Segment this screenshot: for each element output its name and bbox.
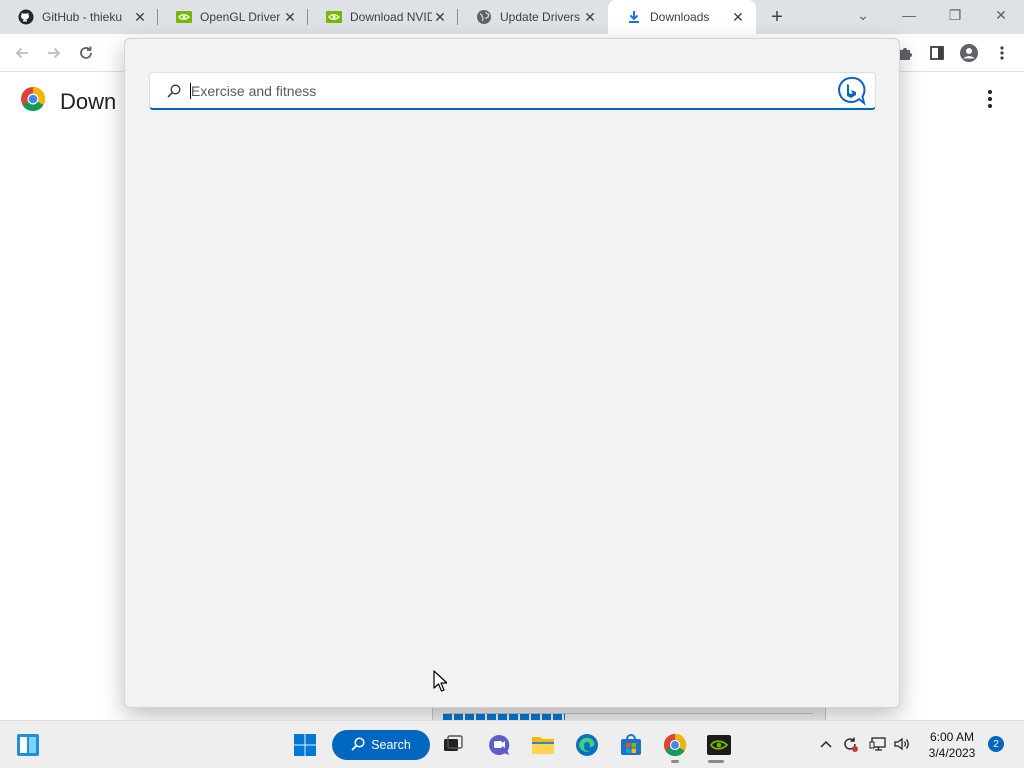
search-input[interactable]: [191, 75, 835, 106]
download-icon: [626, 9, 642, 25]
widgets-icon[interactable]: [12, 729, 44, 761]
tab-close-icon[interactable]: ✕: [282, 9, 298, 25]
tab-search-icon[interactable]: ⌄: [840, 0, 886, 30]
tab-downloads[interactable]: Downloads ✕: [608, 0, 756, 34]
nvidia-running-indicator: [708, 760, 724, 763]
minimize-button[interactable]: —: [886, 0, 932, 30]
microsoft-store-icon[interactable]: [615, 729, 647, 761]
side-panel-icon[interactable]: [925, 41, 949, 65]
page-menu-icon[interactable]: [982, 88, 998, 110]
reload-icon[interactable]: [74, 41, 98, 65]
tab-close-icon[interactable]: ✕: [582, 9, 598, 25]
page-header: Down: [20, 86, 116, 117]
globe-icon: [476, 9, 492, 25]
sync-update-icon[interactable]: [841, 735, 859, 753]
bing-chat-icon[interactable]: [835, 75, 867, 107]
taskbar-search-label: Search: [371, 738, 411, 752]
tab-title: GitHub - thieku: [42, 10, 123, 24]
progress-track: [443, 713, 813, 721]
tab-opengl-driver[interactable]: OpenGL Driver ✕: [158, 0, 308, 34]
network-icon[interactable]: [869, 735, 887, 753]
notification-count-badge[interactable]: 2: [988, 736, 1004, 752]
edge-icon[interactable]: [571, 729, 603, 761]
mouse-cursor: [433, 670, 447, 692]
back-arrow-icon[interactable]: [10, 41, 34, 65]
search-icon: [164, 81, 184, 101]
search-icon: [351, 736, 365, 754]
nvidia-icon[interactable]: [703, 729, 735, 761]
forward-arrow-icon[interactable]: [42, 41, 66, 65]
github-icon: [18, 9, 34, 25]
profile-avatar-icon[interactable]: [957, 41, 981, 65]
tab-title: Update Drivers: [500, 10, 581, 24]
tab-strip: GitHub - thieku ✕ OpenGL Driver ✕ Downlo…: [0, 0, 1024, 34]
search-box[interactable]: [149, 72, 876, 110]
tab-download-nvidia[interactable]: Download NVID ✕: [308, 0, 458, 34]
tab-github[interactable]: GitHub - thieku ✕: [0, 0, 158, 34]
chrome-icon[interactable]: [659, 729, 691, 761]
tab-close-icon[interactable]: ✕: [730, 9, 746, 25]
new-tab-button[interactable]: +: [765, 5, 789, 29]
nvidia-icon: [326, 9, 342, 25]
task-view-icon[interactable]: [437, 729, 469, 761]
tab-title: OpenGL Driver: [200, 10, 281, 24]
volume-icon[interactable]: [893, 735, 911, 753]
close-window-button[interactable]: ✕: [978, 0, 1024, 30]
tray-overflow-chevron-icon[interactable]: [817, 735, 835, 753]
tab-close-icon[interactable]: ✕: [132, 9, 148, 25]
tab-update-drivers[interactable]: Update Drivers ✕: [458, 0, 608, 34]
browser-menu-icon[interactable]: [990, 41, 1014, 65]
restore-button[interactable]: ❐: [932, 0, 978, 30]
tab-close-icon[interactable]: ✕: [432, 9, 448, 25]
teams-chat-icon[interactable]: [483, 729, 515, 761]
page-title: Down: [60, 88, 117, 114]
taskbar-search-button[interactable]: Search: [332, 730, 430, 760]
nvidia-icon: [176, 9, 192, 25]
clock-date: 3/4/2023: [928, 746, 976, 760]
taskbar-clock[interactable]: 6:00 AM 3/4/2023: [922, 729, 982, 761]
taskbar: Search 6:00 AM 3/4/2023 2: [0, 720, 1024, 768]
chrome-logo-icon: [20, 86, 46, 117]
windows-start-icon[interactable]: [289, 729, 321, 761]
tab-title: Downloads: [650, 10, 710, 24]
clock-time: 6:00 AM: [929, 730, 975, 744]
windows-search-flyout: [124, 38, 900, 708]
download-progress-window: [432, 708, 826, 721]
file-explorer-icon[interactable]: [527, 729, 559, 761]
chrome-running-indicator: [671, 760, 679, 763]
tab-title: Download NVID: [350, 10, 432, 24]
